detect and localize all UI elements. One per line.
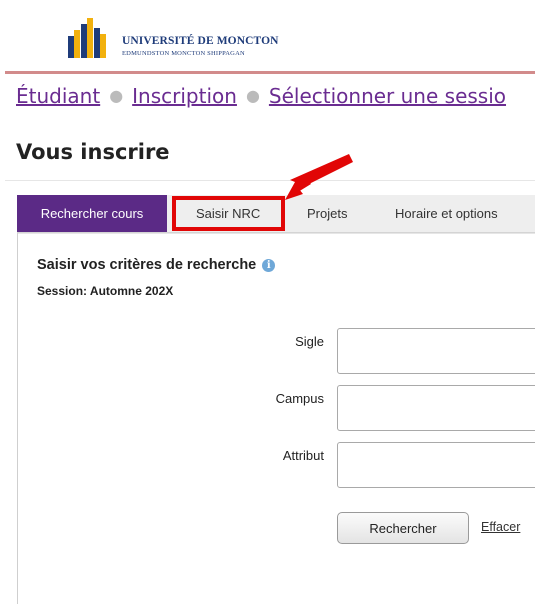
info-icon[interactable]: i (262, 259, 276, 272)
breadcrumb-separator-icon: ● (109, 86, 124, 105)
attribut-label: Attribut (282, 448, 324, 463)
tab-horaire-options[interactable]: Horaire et options (395, 195, 498, 232)
breadcrumb-select-session[interactable]: Sélectionner une sessio (269, 84, 506, 108)
breadcrumb: Étudiant ● Inscription ● Sélectionner une se… (16, 84, 535, 108)
search-criteria-heading: Saisir vos critères de recherche i (37, 257, 276, 273)
sigle-label: Sigle (295, 334, 324, 349)
clear-link[interactable]: Effacer (481, 520, 520, 534)
search-button[interactable]: Rechercher (337, 512, 469, 544)
breadcrumb-separator-icon: ● (245, 86, 260, 105)
header-divider (5, 71, 535, 74)
red-arrow-icon (285, 154, 353, 200)
university-emblem-icon (68, 18, 106, 58)
breadcrumb-inscription[interactable]: Inscription (132, 84, 237, 108)
campus-names: EDMUNDSTON MONCTON SHIPPAGAN (122, 50, 245, 57)
site-header: UNIVERSITÉ DE MONCTON EDMUNDSTON MONCTON… (0, 0, 535, 70)
university-name: UNIVERSITÉ DE MONCTON (122, 35, 279, 47)
breadcrumb-etudiant[interactable]: Étudiant (16, 84, 100, 108)
page-title: Vous inscrire (16, 140, 170, 164)
campus-label: Campus (275, 391, 324, 406)
campus-input[interactable] (337, 385, 535, 431)
sigle-input[interactable] (337, 328, 535, 374)
session-label: Session: Automne 202X (37, 284, 174, 298)
tab-rechercher-cours[interactable]: Rechercher cours (17, 195, 167, 232)
search-criteria-heading-text: Saisir vos critères de recherche (37, 257, 257, 273)
attribut-input[interactable] (337, 442, 535, 488)
